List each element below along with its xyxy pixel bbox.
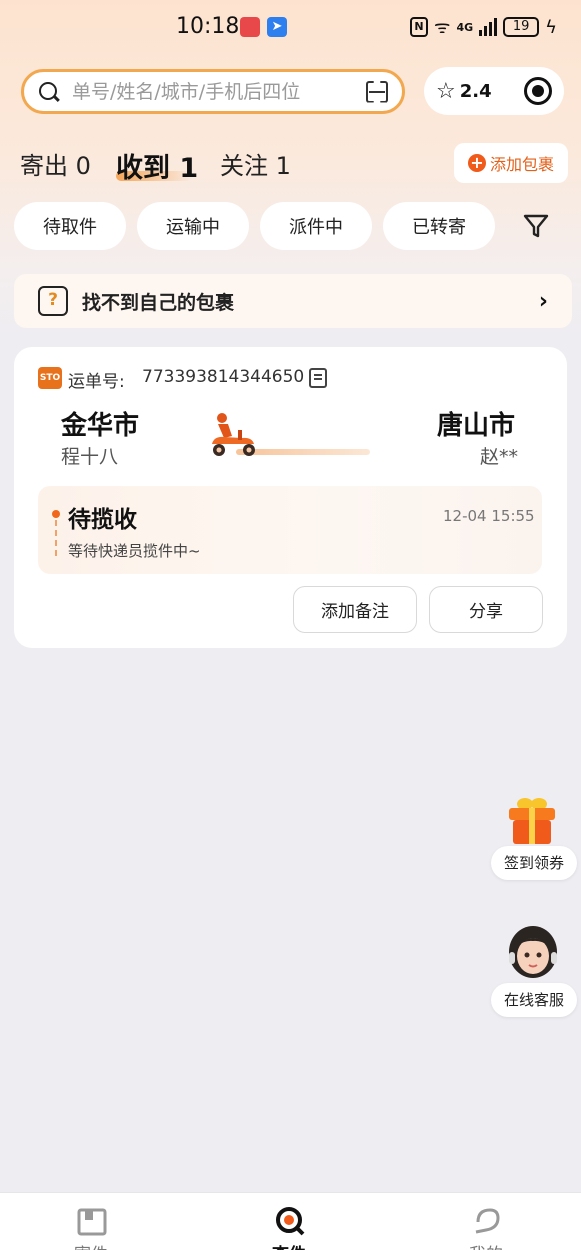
signal-icon (479, 18, 498, 36)
recipient-name: 赵** (480, 446, 519, 468)
query-package-icon[interactable] (275, 1206, 305, 1236)
record-target-icon[interactable] (524, 77, 552, 105)
nfc-icon: N (410, 17, 428, 37)
copy-icon[interactable] (309, 368, 327, 388)
sender-name: 程十八 (61, 446, 119, 468)
destination-city: 唐山市 (437, 411, 516, 441)
customer-service-avatar[interactable] (505, 922, 561, 986)
signin-coupon-button[interactable]: 签到领券 (491, 846, 577, 880)
add-note-button[interactable]: 添加备注 (293, 586, 417, 633)
search-icon (38, 81, 60, 103)
charging-bolt-icon: ϟ (545, 16, 557, 38)
tracking-status-title: 待揽收 (68, 507, 137, 533)
tab-sent[interactable]: 寄出 0 (20, 146, 91, 181)
filter-chip-pending-pickup[interactable]: 待取件 (14, 202, 126, 250)
courier-logo: STO (38, 367, 62, 389)
nav-label-query[interactable]: 查件 (272, 1240, 306, 1250)
add-package-label: 添加包裹 (489, 155, 554, 174)
status-bar-time: 10:18 (176, 14, 240, 39)
filter-chip-delivering[interactable]: 派件中 (260, 202, 372, 250)
star-icon: ☆ (436, 78, 456, 104)
wifi-icon: ᯤ (434, 17, 451, 38)
share-button[interactable]: 分享 (429, 586, 543, 633)
nav-label-me[interactable]: 我的 (469, 1240, 503, 1250)
network-type: 4G (456, 20, 474, 34)
timeline-dot (52, 510, 60, 518)
profile-icon[interactable] (472, 1206, 502, 1236)
online-service-button[interactable]: 在线客服 (491, 983, 577, 1017)
search-bar[interactable] (21, 69, 405, 114)
timeline-connector (55, 520, 57, 556)
tab-following[interactable]: 关注 1 (220, 146, 291, 181)
tracking-status-description: 等待快递员揽件中~ (68, 542, 201, 560)
filter-icon[interactable] (522, 212, 550, 240)
status-bar-indicators: N ᯤ 4G 19 ϟ (410, 15, 557, 39)
courier-scooter-icon (212, 413, 255, 456)
gift-icon[interactable] (505, 794, 559, 846)
filter-chip-forwarded[interactable]: 已转寄 (383, 202, 495, 250)
scan-icon[interactable] (366, 81, 388, 103)
tracking-status-time: 12-04 15:55 (443, 507, 535, 525)
tab-received[interactable]: 收到 1 (116, 146, 198, 185)
origin-city: 金华市 (61, 411, 140, 441)
add-package-button[interactable]: + 添加包裹 (454, 143, 568, 183)
search-input[interactable] (72, 80, 366, 103)
battery-indicator: 19 (503, 17, 540, 37)
rating-value: 2.4 (459, 80, 492, 102)
waybill-number: 773393814344650 (142, 367, 305, 387)
plus-icon: + (467, 154, 486, 172)
location-notification-icon: ➤ (267, 17, 287, 37)
question-icon: ? (38, 286, 68, 316)
app-notification-icon (240, 17, 260, 37)
send-package-icon[interactable] (77, 1206, 107, 1236)
missing-package-help[interactable]: ? 找不到自己的包裹 › (14, 274, 572, 328)
filter-chip-in-transit[interactable]: 运输中 (137, 202, 249, 250)
nav-label-send[interactable]: 寄件 (74, 1240, 108, 1250)
waybill-label: 运单号: (68, 372, 125, 392)
chevron-right-icon: › (538, 288, 548, 314)
help-label: 找不到自己的包裹 (82, 291, 235, 314)
rating-pill[interactable]: ☆ 2.4 (424, 67, 564, 115)
